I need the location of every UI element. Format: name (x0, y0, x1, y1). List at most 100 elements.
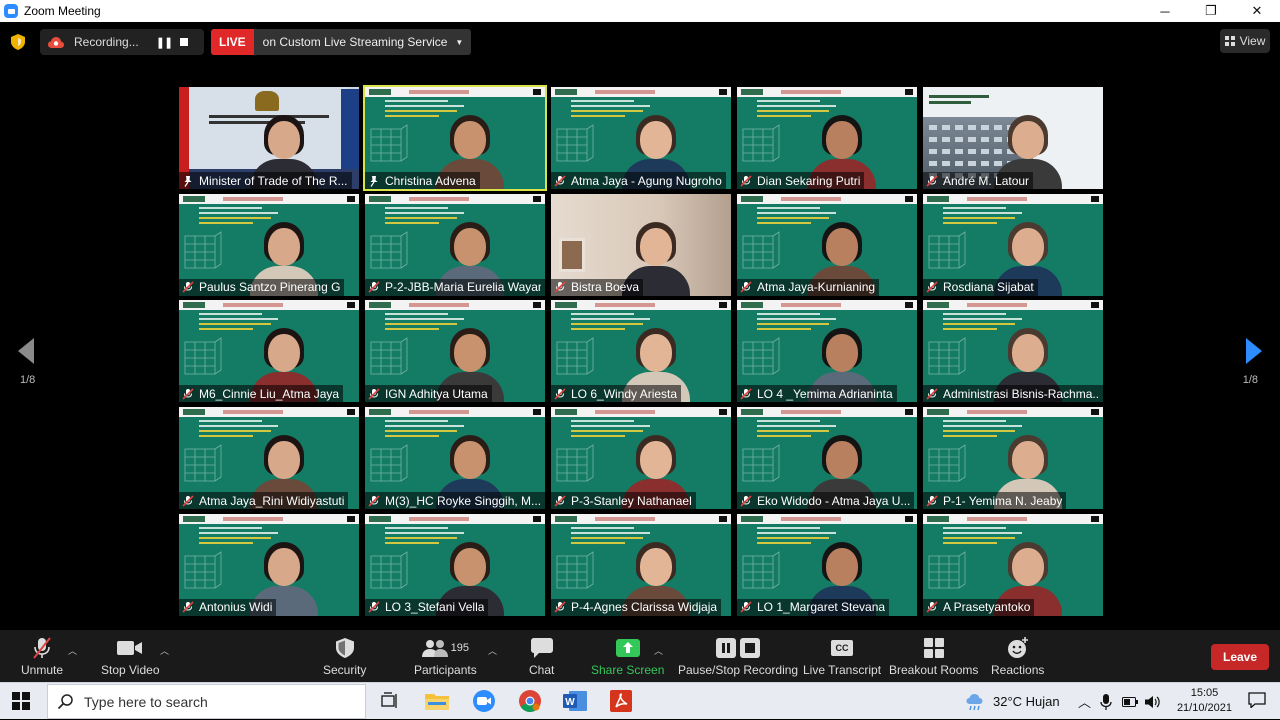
security-button[interactable]: Security (323, 636, 366, 677)
muted-microphone-icon (740, 601, 752, 613)
muted-microphone-icon (740, 174, 752, 187)
participant-tile[interactable]: Paulus Santzo Pinerang G (179, 193, 359, 296)
participant-name-bar: Dian Sekaring Putri (737, 172, 865, 189)
participant-tile[interactable]: André M. Latour (923, 87, 1103, 189)
leave-button[interactable]: Leave (1211, 644, 1269, 670)
participant-tile[interactable]: M(3)_HC Royke Singgih, M... (365, 407, 545, 510)
participant-name: P-2-JBB-Maria Eurelia Wayan (385, 280, 541, 295)
windows-start-icon[interactable] (12, 692, 30, 710)
participant-tile[interactable]: IGN Adhitya Utama (365, 300, 545, 403)
participant-name: Christina Advena (385, 173, 476, 188)
participant-name: M(3)_HC Royke Singgih, M... (385, 493, 541, 508)
participant-tile[interactable]: Antonius Widi (179, 513, 359, 616)
participant-name-bar: Paulus Santzo Pinerang G (179, 278, 345, 296)
participant-tile[interactable]: P-3-Stanley Nathanael (551, 407, 731, 510)
meeting-toolbar: Unmute ︿ Stop Video ︿ Security 195 Parti… (0, 630, 1280, 682)
participant-name-bar: Christina Advena (365, 172, 480, 189)
participant-name: M6_Cinnie Liu_Atma Jaya (199, 386, 340, 401)
participant-tile[interactable]: Administrasi Bisnis-Rachma... (923, 300, 1103, 403)
participant-name: Antonius Widi (199, 600, 273, 615)
participant-tile[interactable]: A Prasetyantoko (923, 513, 1103, 616)
participant-name: Rosdiana Sijabat (943, 280, 1034, 295)
participant-tile[interactable]: Atma Jaya - Agung Nugroho (551, 87, 731, 189)
participant-gallery: Minister of Trade of The R... Christina A… (179, 85, 1103, 616)
unmute-label: Unmute (21, 663, 64, 677)
word-icon[interactable]: W (563, 689, 587, 713)
participant-tile[interactable]: Christina Advena (363, 85, 547, 191)
participant-name-bar: André M. Latour (923, 172, 1034, 189)
live-stream-dropdown[interactable]: LIVE on Custom Live Streaming Service ▼ (211, 29, 472, 55)
participants-button[interactable]: 195 Participants (414, 636, 477, 677)
participant-name: Atma Jaya - Agung Nugroho (571, 173, 722, 188)
muted-microphone-icon (368, 388, 380, 400)
next-page-icon[interactable] (1246, 338, 1262, 364)
zoom-logo-icon (4, 4, 18, 18)
participant-name-bar: M6_Cinnie Liu_Atma Jaya (179, 385, 344, 403)
recording-indicator: Recording... ❚❚ (40, 29, 204, 55)
participants-options-chevron-icon[interactable]: ︿ (488, 644, 497, 657)
view-button[interactable]: View (1220, 29, 1270, 53)
microphone-tray-icon[interactable] (1100, 683, 1112, 720)
pause-stop-recording-button[interactable]: Pause/Stop Recording (678, 636, 798, 677)
participant-tile[interactable]: Atma Jaya_Rini Widiyastuti (179, 407, 359, 510)
video-options-chevron-icon[interactable]: ︿ (160, 644, 169, 657)
previous-page-icon[interactable] (18, 338, 34, 364)
maximize-button[interactable]: ❐ (1188, 0, 1234, 22)
live-transcript-button[interactable]: CC Live Transcript (803, 636, 881, 677)
participant-tile[interactable]: M6_Cinnie Liu_Atma Jaya (179, 300, 359, 403)
notification-center-icon[interactable] (1248, 692, 1266, 708)
pause-recording-icon[interactable]: ❚❚ (152, 36, 176, 49)
show-hidden-icons-chevron-icon[interactable]: ︿ (1078, 683, 1091, 720)
share-options-chevron-icon[interactable]: ︿ (654, 644, 663, 657)
page-indicator-right: 1/8 (1242, 374, 1258, 386)
pause-stop-icon (716, 638, 761, 658)
participant-tile[interactable]: P-2-JBB-Maria Eurelia Wayan (365, 193, 545, 296)
chat-button[interactable]: Chat (529, 636, 554, 677)
participant-tile[interactable]: LO 4 _Yemima Adrianinta (737, 300, 917, 403)
participant-name-bar: LO 1_Margaret Stevana (737, 598, 890, 616)
zoom-app-icon[interactable] (472, 689, 496, 713)
grid-view-icon (1224, 36, 1235, 46)
participant-tile[interactable]: P-1- Yemima N. Jeaby (923, 407, 1103, 510)
closed-caption-icon: CC (831, 640, 854, 656)
close-button[interactable]: ✕ (1234, 0, 1280, 22)
participant-tile[interactable]: Atma Jaya-Kurnianing (737, 193, 917, 296)
reactions-button[interactable]: Reactions (991, 636, 1044, 677)
taskbar-clock[interactable]: 15:05 21/10/2021 (1177, 686, 1232, 716)
audio-options-chevron-icon[interactable]: ︿ (68, 644, 77, 657)
participant-name-bar: LO 6_Windy Ariesta (551, 385, 682, 403)
streaming-service-label: on Custom Live Streaming Service (262, 35, 448, 49)
breakout-rooms-button[interactable]: Breakout Rooms (889, 636, 978, 677)
participant-tile[interactable]: Bistra Boeva (551, 193, 731, 296)
volume-icon[interactable] (1145, 683, 1161, 720)
participant-tile[interactable]: Dian Sekaring Putri (737, 87, 917, 189)
stop-video-button[interactable]: Stop Video (101, 636, 160, 677)
battery-icon[interactable] (1122, 683, 1138, 720)
weather-widget[interactable]: 32°C Hujan (966, 683, 1060, 720)
chrome-icon[interactable] (518, 689, 542, 713)
participant-tile[interactable]: Rosdiana Sijabat (923, 193, 1103, 296)
unmute-button[interactable]: Unmute (21, 636, 63, 677)
participant-tile[interactable]: LO 3_Stefani Vella (365, 513, 545, 616)
minimize-button[interactable]: ─ (1142, 0, 1188, 22)
share-screen-icon (615, 639, 640, 657)
window-titlebar: Zoom Meeting ─ ❐ ✕ (0, 0, 1280, 22)
pause-stop-recording-label: Pause/Stop Recording (678, 663, 799, 677)
stop-video-label: Stop Video (101, 663, 160, 677)
shield-icon[interactable] (11, 34, 25, 50)
task-view-icon[interactable] (378, 689, 402, 713)
participant-tile[interactable]: Eko Widodo - Atma Jaya U... (737, 407, 917, 510)
participant-name: Bistra Boeva (571, 280, 640, 295)
acrobat-icon[interactable] (609, 689, 633, 713)
file-explorer-icon[interactable] (425, 689, 449, 713)
participant-tile[interactable]: LO 1_Margaret Stevana (737, 513, 917, 616)
security-label: Security (323, 663, 367, 677)
stop-recording-icon[interactable] (180, 38, 188, 46)
muted-microphone-icon (740, 494, 752, 507)
participant-tile[interactable]: LO 6_Windy Ariesta (551, 300, 731, 403)
participant-tile[interactable]: Minister of Trade of The R... (179, 87, 359, 189)
taskbar-search-box[interactable]: Type here to search (47, 684, 366, 719)
participant-tile[interactable]: P-4-Agnes Clarissa Widjaja (551, 513, 731, 616)
video-camera-icon (117, 641, 143, 655)
page-indicator-left: 1/8 (20, 374, 36, 386)
